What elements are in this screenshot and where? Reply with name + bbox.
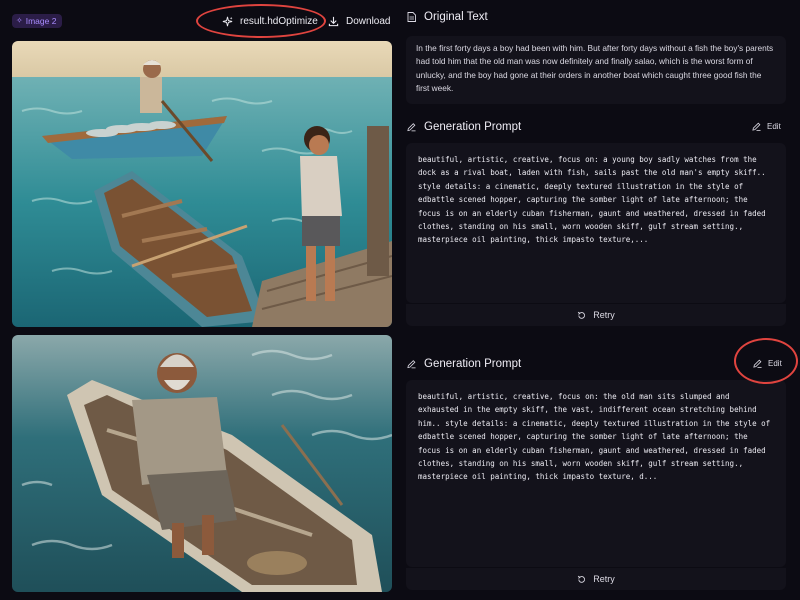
generation-prompt-heading-2: Generation Prompt (407, 358, 521, 370)
original-text-heading: Original Text (407, 11, 488, 23)
optimize-label: result.hdOptimize (240, 15, 318, 27)
retry-label-1: Retry (593, 310, 615, 320)
image-badge-label: Image 2 (25, 16, 57, 26)
download-label: Download (346, 15, 391, 27)
pencil-icon (407, 360, 416, 369)
generated-image-2[interactable] (12, 335, 392, 592)
retry-icon (578, 311, 586, 319)
generation-prompt-title-1: Generation Prompt (424, 121, 522, 133)
app-root: ✧ Image 2 result.hdOptimize Download Ori… (0, 0, 800, 600)
edit-label-2: Edit (768, 359, 782, 368)
prompt-text-2: beautiful, artistic, creative, focus on:… (418, 392, 771, 482)
document-icon (407, 12, 416, 22)
edit-prompt-button-2[interactable]: Edit (753, 359, 782, 368)
generated-image-1[interactable] (12, 41, 392, 327)
prompt-text-1: beautiful, artistic, creative, focus on:… (418, 155, 766, 245)
pencil-icon (407, 123, 416, 132)
prompt-panel-1: beautiful, artistic, creative, focus on:… (406, 143, 786, 303)
retry-label-2: Retry (593, 574, 615, 584)
retry-button-1[interactable]: Retry (406, 304, 786, 326)
image-2-painting (12, 335, 392, 592)
generation-prompt-heading-1: Generation Prompt (407, 121, 521, 133)
optimize-button[interactable]: result.hdOptimize (222, 9, 318, 33)
original-text-body: In the first forty days a boy had been w… (416, 43, 774, 94)
edit-prompt-button-1[interactable]: Edit (752, 122, 781, 131)
pencil-icon (753, 359, 762, 368)
prompt-panel-2: beautiful, artistic, creative, focus on:… (406, 380, 786, 567)
image-toolbar: ✧ Image 2 result.hdOptimize Download (0, 0, 400, 40)
download-icon (328, 16, 339, 26)
image-badge: ✧ Image 2 (12, 14, 63, 28)
retry-icon (578, 575, 586, 583)
download-button[interactable]: Download (328, 9, 390, 33)
sparkle-icon: ✧ (16, 16, 23, 25)
generation-prompt-title-2: Generation Prompt (424, 358, 522, 370)
pencil-icon (752, 122, 761, 131)
original-text-title: Original Text (424, 11, 488, 23)
edit-label-1: Edit (767, 122, 781, 131)
sparkle-icon (222, 16, 233, 26)
retry-button-2[interactable]: Retry (406, 568, 786, 590)
original-text-panel: In the first forty days a boy had been w… (406, 36, 786, 104)
image-1-painting (12, 41, 392, 327)
